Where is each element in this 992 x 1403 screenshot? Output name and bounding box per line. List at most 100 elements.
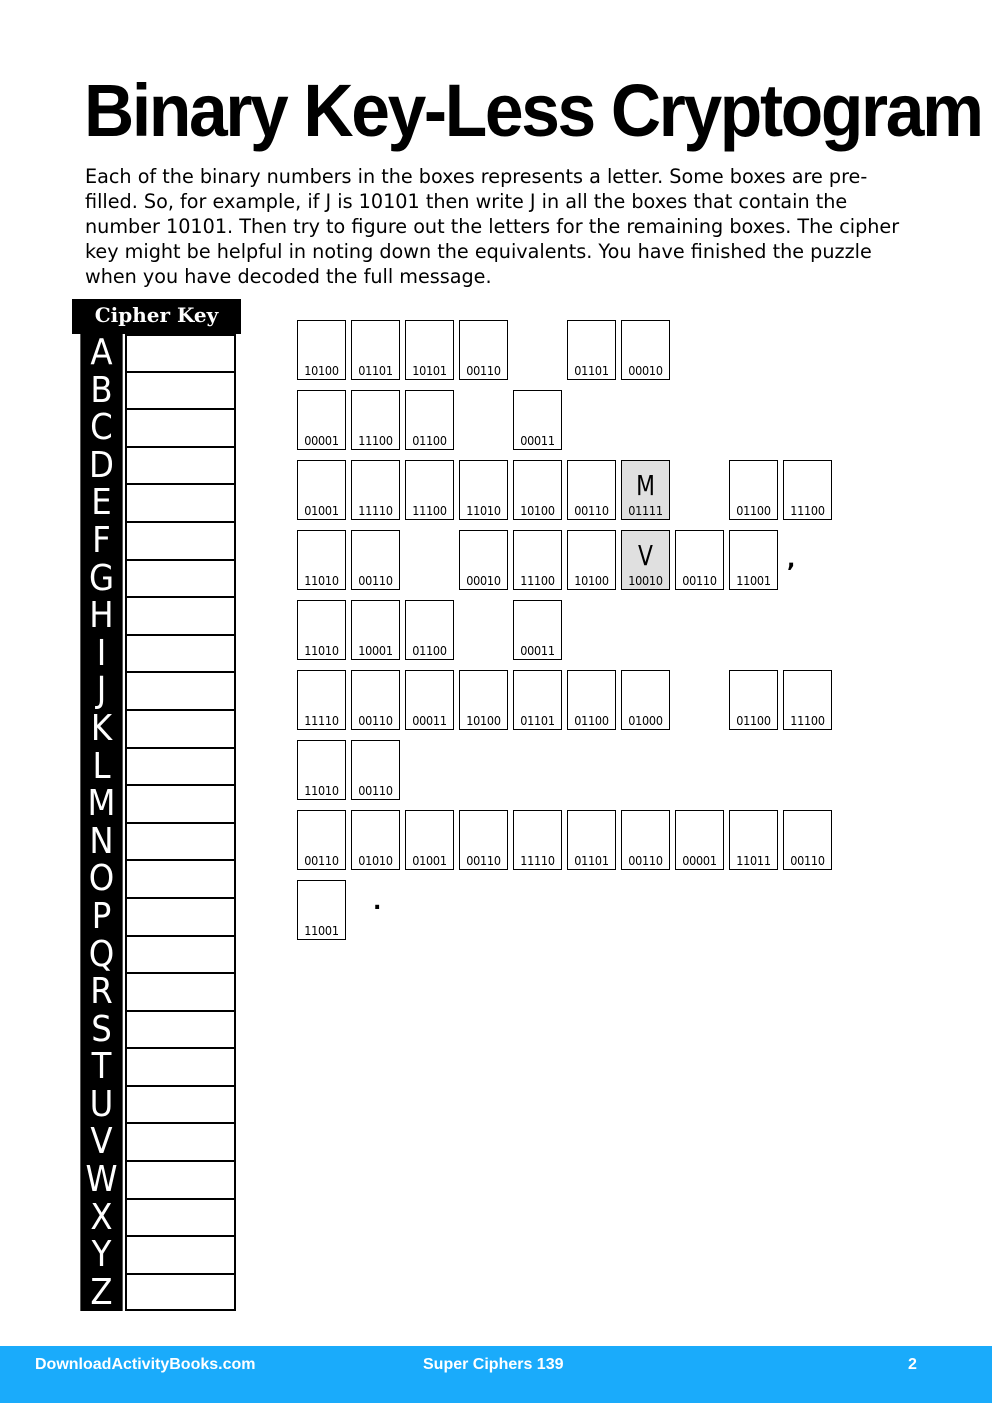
cell-binary-code: 00001	[682, 853, 717, 868]
cell-letter: V	[638, 539, 653, 572]
cell-binary-code: 00011	[520, 433, 555, 448]
cipher-cell[interactable]: 01100	[405, 600, 454, 660]
cipher-cell[interactable]: 11010	[297, 530, 346, 590]
cell-binary-code: 11010	[466, 503, 501, 518]
cipher-cell[interactable]: 00110	[459, 320, 508, 380]
cipher-cell[interactable]: 11001	[297, 880, 346, 940]
cell-binary-code: 10101	[412, 363, 447, 378]
cell-binary-code: 00110	[358, 783, 393, 798]
footer-site-link[interactable]: DownloadActivityBooks.com	[35, 1356, 255, 1374]
cipher-cell[interactable]: 10100	[297, 320, 346, 380]
cipher-cell[interactable]: 10100	[513, 460, 562, 520]
cell-binary-code: 01100	[412, 643, 447, 658]
cipher-cell[interactable]: 10100	[459, 670, 508, 730]
cell-binary-code: 11010	[304, 643, 339, 658]
cipher-cell[interactable]: 00110	[783, 810, 832, 870]
footer-page-number: 2	[908, 1356, 917, 1373]
cell-binary-code: 01001	[412, 853, 447, 868]
cipher-cell[interactable]: 00011	[513, 390, 562, 450]
footer-bar: DownloadActivityBooks.com Super Ciphers …	[0, 1346, 992, 1403]
cipher-cell[interactable]: 00010	[621, 320, 670, 380]
cell-binary-code: 01100	[412, 433, 447, 448]
cipher-cell[interactable]: 01101	[567, 810, 616, 870]
cipher-cell[interactable]: 11100	[405, 460, 454, 520]
cipher-cell[interactable]: 11001	[729, 530, 778, 590]
cell-binary-code: 00110	[358, 573, 393, 588]
cell-binary-code: 01010	[358, 853, 393, 868]
cipher-cell[interactable]: 11100	[783, 670, 832, 730]
cell-binary-code: 00110	[466, 363, 501, 378]
cipher-cell[interactable]: 01101	[351, 320, 400, 380]
cell-binary-code: 10001	[358, 643, 393, 658]
cipher-cell[interactable]: 00110	[675, 530, 724, 590]
cryptogram-grid: 10100 01101 10101 00110 01101 00010 00001 11100…	[0, 0, 992, 1403]
cell-binary-code: 11100	[520, 573, 555, 588]
cipher-cell[interactable]: 10100	[567, 530, 616, 590]
cell-binary-code: 11010	[304, 573, 339, 588]
cipher-cell-prefilled[interactable]: V 10010	[621, 530, 670, 590]
cell-binary-code: 01101	[520, 713, 555, 728]
cell-binary-code: 11100	[412, 503, 447, 518]
cell-binary-code: 00110	[574, 503, 609, 518]
cell-binary-code: 00110	[358, 713, 393, 728]
cipher-cell[interactable]: 01101	[567, 320, 616, 380]
cipher-cell[interactable]: 00011	[513, 600, 562, 660]
cipher-cell[interactable]: 00110	[621, 810, 670, 870]
cell-binary-code: 11100	[358, 433, 393, 448]
cipher-cell[interactable]: 00010	[459, 530, 508, 590]
cipher-cell[interactable]: 00001	[675, 810, 724, 870]
cipher-cell[interactable]: 01001	[405, 810, 454, 870]
cell-binary-code: 11001	[736, 573, 771, 588]
cipher-cell[interactable]: 01101	[513, 670, 562, 730]
cipher-cell[interactable]: 00110	[567, 460, 616, 520]
cipher-cell[interactable]: 00110	[351, 740, 400, 800]
cipher-cell[interactable]: 00110	[297, 810, 346, 870]
cipher-cell[interactable]: 11110	[513, 810, 562, 870]
cell-binary-code: 01100	[574, 713, 609, 728]
cipher-cell[interactable]: 00011	[405, 670, 454, 730]
cell-binary-code: 10100	[304, 363, 339, 378]
cell-letter: M	[636, 469, 655, 502]
cipher-cell[interactable]: 11011	[729, 810, 778, 870]
cell-binary-code: 01100	[736, 713, 771, 728]
cipher-cell[interactable]: 11110	[297, 670, 346, 730]
cell-binary-code: 00110	[466, 853, 501, 868]
punctuation-mark: ,	[787, 548, 796, 573]
cipher-cell[interactable]: 01010	[351, 810, 400, 870]
cell-binary-code: 01101	[574, 853, 609, 868]
cipher-cell[interactable]: 01000	[621, 670, 670, 730]
cipher-cell[interactable]: 01100	[405, 390, 454, 450]
cipher-cell[interactable]: 11010	[297, 740, 346, 800]
cipher-cell[interactable]: 11100	[783, 460, 832, 520]
cipher-cell[interactable]: 11110	[351, 460, 400, 520]
cipher-cell[interactable]: 11100	[513, 530, 562, 590]
cipher-cell[interactable]: 11010	[297, 600, 346, 660]
cell-binary-code: 01100	[736, 503, 771, 518]
cell-binary-code: 11011	[736, 853, 771, 868]
footer-book-title: Super Ciphers 139	[423, 1356, 564, 1373]
cipher-cell-prefilled[interactable]: M 01111	[621, 460, 670, 520]
cipher-cell[interactable]: 11010	[459, 460, 508, 520]
cipher-cell[interactable]: 00110	[351, 670, 400, 730]
cell-binary-code: 11110	[304, 713, 339, 728]
cell-binary-code: 00010	[466, 573, 501, 588]
cipher-cell[interactable]: 00110	[351, 530, 400, 590]
cipher-cell[interactable]: 10101	[405, 320, 454, 380]
cell-binary-code: 11100	[790, 503, 825, 518]
cell-binary-code: 11001	[304, 923, 339, 938]
cipher-cell[interactable]: 00001	[297, 390, 346, 450]
cell-binary-code: 11110	[358, 503, 393, 518]
cell-binary-code: 10100	[520, 503, 555, 518]
cell-binary-code: 10100	[466, 713, 501, 728]
cell-binary-code: 00110	[628, 853, 663, 868]
cipher-cell[interactable]: 01100	[729, 460, 778, 520]
cipher-cell[interactable]: 00110	[459, 810, 508, 870]
cell-binary-code: 11010	[304, 783, 339, 798]
cell-binary-code: 01101	[358, 363, 393, 378]
cipher-cell[interactable]: 01100	[729, 670, 778, 730]
cipher-cell[interactable]: 11100	[351, 390, 400, 450]
cipher-cell[interactable]: 10001	[351, 600, 400, 660]
cipher-cell[interactable]: 01100	[567, 670, 616, 730]
cell-binary-code: 00110	[304, 853, 339, 868]
cipher-cell[interactable]: 01001	[297, 460, 346, 520]
